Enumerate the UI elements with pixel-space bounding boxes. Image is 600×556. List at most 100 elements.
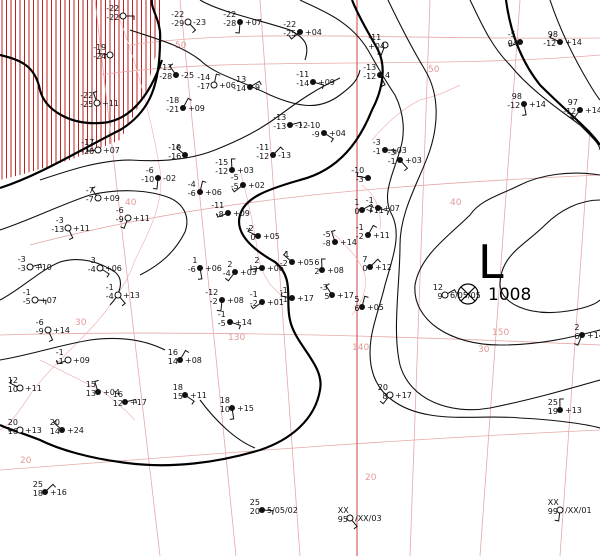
station-marker-open — [119, 12, 127, 20]
station-value: -5 — [323, 230, 331, 239]
station-plot: -6-10 -02 — [141, 166, 176, 190]
station-value: -3 — [356, 175, 364, 184]
station-value: 9 — [255, 83, 260, 92]
station-value: 4 — [385, 71, 390, 80]
station-value: -13 — [233, 75, 246, 84]
station-value: 95 — [338, 515, 348, 524]
station-value: 12 — [113, 399, 123, 408]
station-value: 25 — [250, 498, 260, 507]
station-plot: -1-2 +11 — [356, 223, 390, 241]
station-value: -5 — [508, 30, 516, 39]
station-value: +17 — [395, 391, 412, 400]
isobar — [299, 0, 600, 429]
station-value: -19 — [93, 43, 106, 52]
station-marker-filled — [577, 107, 583, 113]
station-marker-filled — [259, 265, 265, 271]
station-value: -6 — [116, 206, 124, 215]
station-marker-open — [93, 99, 101, 107]
station-plot: -1-5 +14 — [218, 310, 252, 330]
station-value: +02 — [248, 181, 265, 190]
station-marker-open — [114, 291, 122, 299]
station-value: 6 — [574, 332, 579, 341]
station-marker-filled — [182, 152, 188, 158]
station-value: -1 — [218, 310, 226, 319]
station-marker-filled — [240, 182, 246, 188]
station-plot: -5-5 +02 — [231, 173, 265, 193]
station-value: -25 — [283, 29, 296, 38]
station-value: -3 — [388, 148, 396, 157]
lat-label: 40 — [125, 198, 137, 208]
station-marker-open — [184, 18, 192, 26]
station-value: -22 — [283, 20, 296, 29]
station-value: +07 — [40, 296, 57, 305]
station-value: 2 — [227, 260, 232, 269]
station-value: -14 — [296, 79, 309, 88]
station-value: +05 — [297, 258, 314, 267]
station-value: -1 — [56, 357, 64, 366]
station-value: +06 — [205, 264, 222, 273]
station-value: -10 — [307, 121, 320, 130]
station-value: -6 — [36, 318, 44, 327]
station-value: -24 — [93, 52, 106, 61]
station-plot: 26 +14 — [574, 323, 600, 346]
station-value: +04 — [368, 42, 385, 51]
station-value: -25 — [181, 71, 194, 80]
station-marker-open — [94, 146, 102, 154]
station-value: +09 — [73, 356, 90, 365]
station-marker-open — [44, 326, 52, 334]
station-value: -13 — [363, 63, 376, 72]
station-value: 18 — [173, 383, 183, 392]
station-marker-filled — [259, 299, 265, 305]
station-value: 18 — [220, 396, 230, 405]
station-value: -22 — [223, 10, 236, 19]
station-value: 1 — [192, 256, 197, 265]
station-value: -3 — [373, 138, 381, 147]
station-plot: 1614 +08 — [168, 348, 202, 366]
station-marker-filled — [289, 259, 295, 265]
station-plot: -6-9 +14 — [36, 318, 70, 343]
station-value: XX — [548, 498, 559, 507]
lon-label: 150 — [492, 328, 509, 338]
station-value: 5 — [354, 295, 359, 304]
station-value: 0 — [354, 207, 359, 216]
station-value: -4 — [106, 292, 114, 301]
station-value: -9 — [36, 327, 44, 336]
station-value: -10 — [351, 166, 364, 175]
station-marker-open — [26, 263, 34, 271]
station-value: 20 — [378, 383, 388, 392]
station-plot: 97-12 +14 — [563, 98, 600, 120]
station-marker-filled — [321, 130, 327, 136]
station-marker-filled — [377, 72, 383, 78]
station-marker-filled — [375, 205, 381, 211]
station-marker-open — [94, 194, 102, 202]
station-value: -16 — [168, 152, 181, 161]
station-plot: -10-9 +04 — [307, 121, 346, 143]
station-value: +13 — [25, 426, 42, 435]
station-value: +07 — [103, 146, 120, 155]
station-value: -12 — [563, 107, 576, 116]
station-plot: 2519 +13 — [548, 398, 582, 416]
station-value: -11 — [211, 201, 224, 210]
lat-label: 20 — [365, 473, 377, 483]
station-plot: -35 +17 — [320, 283, 354, 301]
station-marker-filled — [365, 232, 371, 238]
station-value: -1 — [280, 286, 288, 295]
station-value: -7 — [86, 186, 94, 195]
station-value: 1 — [284, 250, 289, 259]
station-marker-filled — [227, 319, 233, 325]
station-marker-filled — [197, 265, 203, 271]
station-value: +08 — [185, 356, 202, 365]
station-marker-open — [64, 356, 72, 364]
station-plot: -13-14 9 — [233, 75, 262, 93]
station-value: 2 — [254, 256, 259, 265]
station-marker-filled — [310, 79, 316, 85]
station-value: -5 — [218, 319, 226, 328]
station-value: -22 — [171, 10, 184, 19]
station-value: +11 — [102, 99, 119, 108]
station-marker-filled — [359, 207, 365, 213]
station-marker-open — [106, 51, 114, 59]
isobar — [504, 0, 600, 146]
station-value: -4 — [188, 180, 196, 189]
station-value: +06 — [105, 264, 122, 273]
station-plot: 1612 +17 — [113, 390, 147, 408]
